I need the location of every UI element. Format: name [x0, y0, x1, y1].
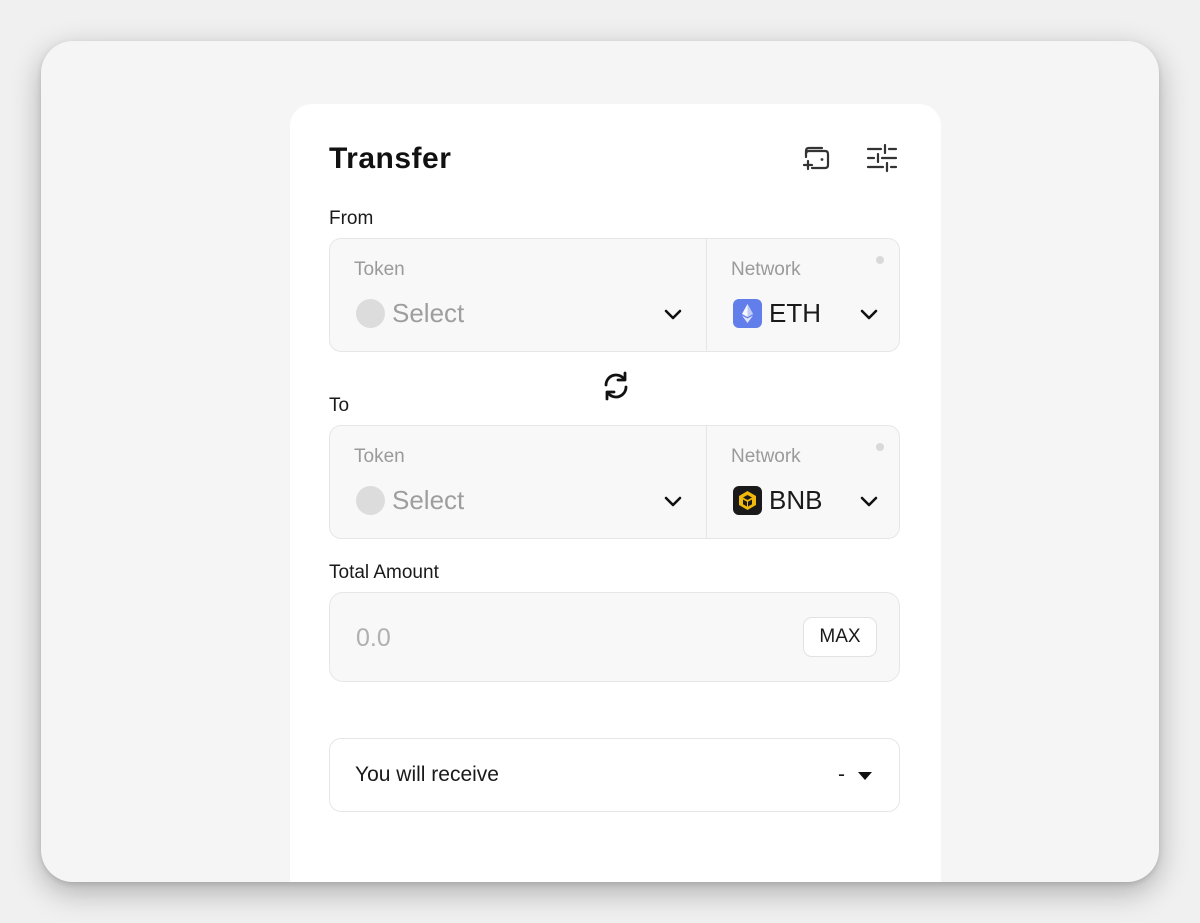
from-token-select[interactable]: Token Select [330, 239, 706, 351]
status-dot [876, 256, 884, 264]
to-label: To [329, 395, 350, 416]
chevron-down-icon [660, 301, 686, 327]
max-button[interactable]: MAX [803, 617, 877, 657]
from-token-label: Token [354, 259, 405, 280]
from-pair-box: Token Select Network ETH [329, 238, 900, 352]
receive-label: You will receive [355, 763, 499, 786]
transfer-card: Transfer From Token Select Network ETH T… [290, 104, 941, 882]
to-network-label: Network [731, 446, 801, 467]
to-token-label: Token [354, 446, 405, 467]
to-network-value: BNB [769, 485, 823, 515]
page-title: Transfer [329, 142, 452, 175]
caret-down-icon [856, 767, 874, 785]
to-token-select[interactable]: Token Select [330, 426, 706, 538]
from-network-select[interactable]: Network ETH [707, 239, 900, 351]
total-amount-label: Total Amount [329, 562, 439, 583]
chevron-down-icon [856, 301, 882, 327]
chevron-down-icon [660, 488, 686, 514]
to-network-select[interactable]: Network BNB [707, 426, 900, 538]
amount-box: MAX [329, 592, 900, 682]
token-placeholder-icon [356, 299, 385, 328]
from-token-value: Select [392, 298, 465, 328]
status-dot [876, 443, 884, 451]
from-label: From [329, 208, 374, 229]
bnb-icon [733, 486, 762, 515]
receive-value: - [838, 763, 845, 786]
settings-sliders-icon[interactable] [864, 140, 900, 176]
app-window: Transfer From Token Select Network ETH T… [41, 41, 1159, 882]
chevron-down-icon [856, 488, 882, 514]
to-token-value: Select [392, 485, 465, 515]
eth-icon [733, 299, 762, 328]
amount-input[interactable] [354, 617, 778, 659]
receive-summary[interactable]: You will receive - [329, 738, 900, 812]
token-placeholder-icon [356, 486, 385, 515]
from-network-label: Network [731, 259, 801, 280]
from-network-value: ETH [769, 298, 821, 328]
swap-arrows-icon[interactable] [598, 368, 634, 404]
wallet-add-icon[interactable] [798, 140, 834, 176]
to-pair-box: Token Select Network BNB [329, 425, 900, 539]
